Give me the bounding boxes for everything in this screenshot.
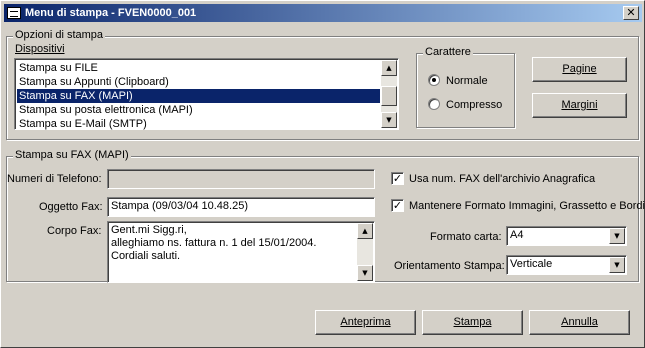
preview-button-label: Anteprima bbox=[340, 316, 391, 328]
device-item-fax[interactable]: Stampa su FAX (MAPI) bbox=[17, 89, 380, 103]
check-icon: ✓ bbox=[392, 199, 403, 212]
print-options-title: Opzioni di stampa bbox=[13, 29, 106, 41]
device-item-smtp-mail[interactable]: Stampa su E-Mail (SMTP) bbox=[17, 117, 380, 131]
scroll-down-button[interactable]: ▼ bbox=[381, 112, 397, 128]
print-button-label: Stampa bbox=[453, 316, 492, 328]
radio-normal-label: Normale bbox=[446, 75, 488, 87]
device-item-clipboard[interactable]: Stampa su Appunti (Clipboard) bbox=[17, 75, 380, 89]
preview-button[interactable]: Anteprima bbox=[315, 310, 416, 335]
paper-format-select[interactable]: A4 ▼ bbox=[506, 226, 627, 246]
subject-field[interactable]: Stampa (09/03/04 10.48.25) bbox=[107, 197, 375, 217]
close-icon: ✕ bbox=[626, 6, 636, 19]
device-item-file[interactable]: Stampa su FILE bbox=[17, 61, 380, 75]
arrow-down-icon: ▼ bbox=[362, 269, 368, 277]
print-menu-window: Menu di stampa - FVEN0000_001 ✕ Opzioni … bbox=[0, 0, 645, 348]
arrow-up-icon: ▲ bbox=[362, 227, 368, 235]
character-group: Carattere bbox=[416, 46, 515, 128]
window-title: Menu di stampa - FVEN0000_001 bbox=[25, 7, 197, 19]
radio-compressed[interactable] bbox=[428, 98, 440, 110]
body-scroll-up-button[interactable]: ▲ bbox=[357, 223, 373, 239]
paper-format-value: A4 bbox=[510, 229, 524, 241]
body-line: Gent.mi Sigg.ri, bbox=[111, 224, 187, 236]
chevron-down-icon: ▼ bbox=[614, 261, 620, 269]
fax-group-title: Stampa su FAX (MAPI) bbox=[13, 149, 131, 161]
pages-button[interactable]: Pagine bbox=[532, 57, 627, 82]
body-text: Gent.mi Sigg.ri, alleghiamo ns. fattura … bbox=[111, 224, 356, 263]
keep-format-label: Mantenere Formato Immagini, Grassetto e … bbox=[409, 200, 645, 212]
orientation-dropdown-button[interactable]: ▼ bbox=[609, 257, 625, 273]
body-scroll-down-button[interactable]: ▼ bbox=[357, 265, 373, 281]
devices-listbox[interactable]: Stampa su FILE Stampa su Appunti (Clipbo… bbox=[14, 58, 399, 130]
window-app-icon bbox=[7, 7, 21, 19]
use-fax-archive-label: Usa num. FAX dell'archivio Anagrafica bbox=[409, 173, 596, 185]
cancel-button-label: Annulla bbox=[561, 316, 598, 328]
arrow-up-icon: ▲ bbox=[386, 64, 392, 72]
devices-list: Stampa su FILE Stampa su Appunti (Clipbo… bbox=[17, 61, 380, 131]
body-label: Corpo Fax: bbox=[47, 225, 102, 237]
radio-compressed-label: Compresso bbox=[446, 99, 503, 111]
character-title: Carattere bbox=[423, 46, 473, 58]
devices-scrollbar[interactable]: ▲ ▼ bbox=[381, 60, 397, 128]
keep-format-checkbox[interactable]: ✓ bbox=[391, 199, 404, 212]
device-item-mapi-mail[interactable]: Stampa su posta elettronica (MAPI) bbox=[17, 103, 380, 117]
check-icon: ✓ bbox=[392, 172, 403, 185]
cancel-button[interactable]: Annulla bbox=[529, 310, 630, 335]
paper-format-label: Formato carta: bbox=[430, 231, 502, 243]
scroll-up-button[interactable]: ▲ bbox=[381, 60, 397, 76]
body-line: Cordiali saluti. bbox=[111, 250, 181, 262]
scroll-thumb[interactable] bbox=[381, 86, 397, 106]
paper-format-dropdown-button[interactable]: ▼ bbox=[609, 228, 625, 244]
phone-label: Numeri di Telefono: bbox=[7, 173, 102, 185]
title-bar[interactable]: Menu di stampa - FVEN0000_001 ✕ bbox=[4, 4, 642, 22]
orientation-select[interactable]: Verticale ▼ bbox=[506, 255, 627, 275]
subject-label: Oggetto Fax: bbox=[39, 201, 103, 213]
orientation-label: Orientamento Stampa: bbox=[394, 260, 505, 272]
body-line: alleghiamo ns. fattura n. 1 del 15/01/20… bbox=[111, 237, 317, 249]
chevron-down-icon: ▼ bbox=[614, 232, 620, 240]
body-scrollbar[interactable]: ▲ ▼ bbox=[357, 223, 373, 281]
close-button[interactable]: ✕ bbox=[623, 6, 639, 20]
devices-label: Dispositivi bbox=[15, 43, 65, 55]
margins-button[interactable]: Margini bbox=[532, 93, 627, 118]
phone-field[interactable] bbox=[107, 169, 375, 189]
pages-button-label: Pagine bbox=[562, 63, 597, 75]
margins-button-label: Margini bbox=[561, 99, 598, 111]
body-textarea[interactable]: Gent.mi Sigg.ri, alleghiamo ns. fattura … bbox=[107, 221, 375, 283]
print-button[interactable]: Stampa bbox=[422, 310, 523, 335]
arrow-down-icon: ▼ bbox=[386, 116, 392, 124]
orientation-value: Verticale bbox=[510, 258, 553, 270]
use-fax-archive-checkbox[interactable]: ✓ bbox=[391, 172, 404, 185]
radio-normal[interactable] bbox=[428, 74, 440, 86]
